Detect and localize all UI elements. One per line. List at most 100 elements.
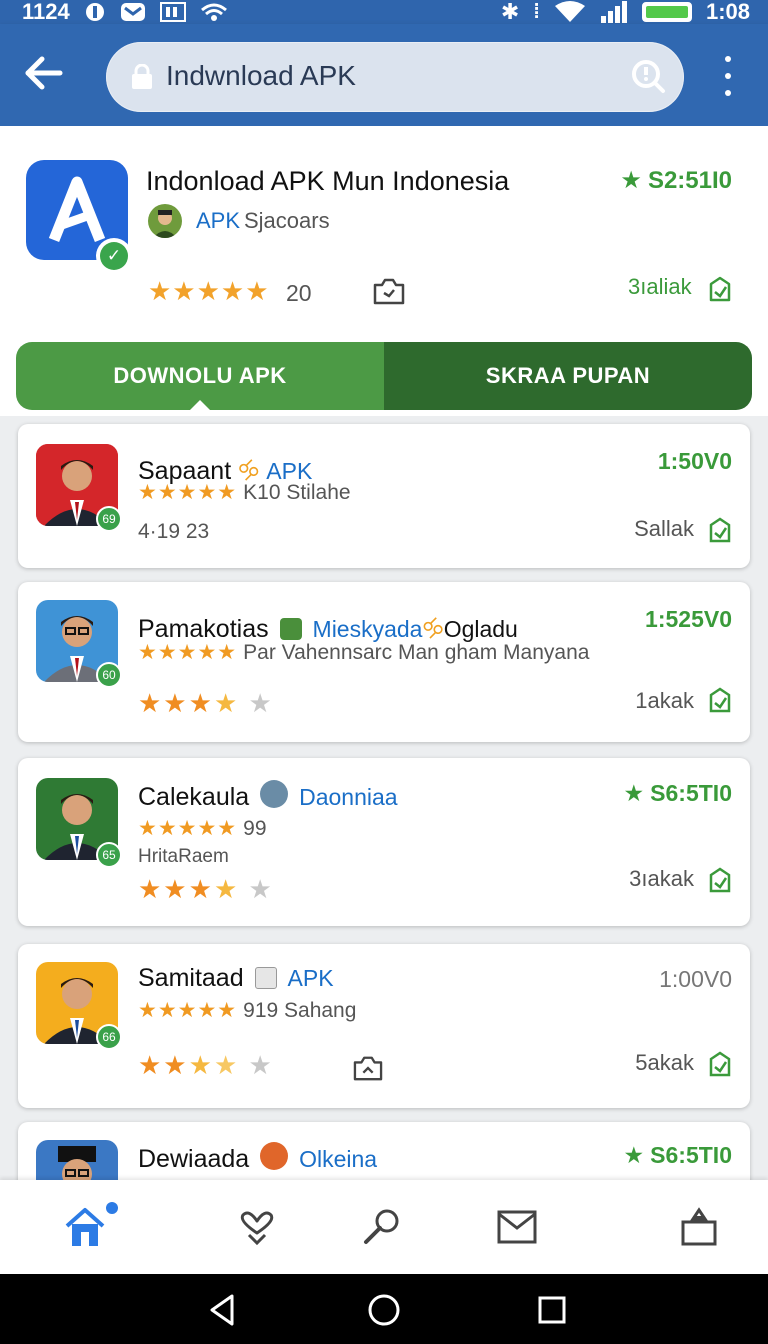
rating-stars: ★★★★★ <box>138 999 238 1022</box>
app-badge: 60 <box>96 662 122 688</box>
system-nav-bar <box>0 1274 768 1344</box>
price-value: 1:00V0 <box>659 966 732 992</box>
list-item[interactable]: Dewiaada Olkeina ★ S6:5TI0 <box>18 1122 750 1180</box>
list-item[interactable]: 60 Pamakotias Mieskyada🝰Ogladu ★★★★★ Par … <box>18 582 750 742</box>
rating-text: K10 Stilahe <box>243 481 351 504</box>
package-icon[interactable] <box>706 274 734 304</box>
rating-line: ★★★★★ Par Vahennsarc Man gham Manyana <box>138 640 589 665</box>
search-query: Indwnload APK <box>166 60 356 91</box>
mail-icon <box>497 1210 537 1244</box>
search-key-icon <box>364 1209 399 1244</box>
status-text: 1124 <box>22 0 70 24</box>
verified-badge-icon: ✓ <box>96 238 132 274</box>
download-size: 1akak <box>635 688 694 713</box>
camera-icon[interactable] <box>352 1054 384 1082</box>
user-rating-stars[interactable]: ★★★★ ★ <box>138 874 274 905</box>
app-name: Dewiaada Olkeina <box>138 1142 377 1174</box>
rating-text: 99 <box>243 817 267 840</box>
download-size: Sallak <box>634 516 694 541</box>
notification-dot <box>106 1202 118 1214</box>
price-value: S2:51I0 <box>647 167 732 194</box>
android-icon <box>279 618 302 640</box>
nav-favorites[interactable] <box>232 1202 282 1252</box>
rating-stars: ★★★★★ <box>138 641 238 664</box>
app-title: Indonload APK Mun Indonesia <box>146 166 510 196</box>
wifi-icon <box>554 1 585 22</box>
price-tag: ★ S2:51I0 <box>620 167 732 194</box>
meta-line: HritaRaem <box>138 846 229 867</box>
package-icon[interactable] <box>706 516 734 544</box>
meta-line: 4·19 23 <box>138 520 210 543</box>
rating-stars: ★★★★★ <box>148 276 270 306</box>
bottom-nav <box>0 1180 768 1274</box>
nav-home[interactable] <box>60 1202 110 1252</box>
home-circle-icon[interactable] <box>366 1292 402 1328</box>
gallery-icon <box>159 2 186 22</box>
package-icon[interactable] <box>706 866 734 894</box>
status-time: 1:08 <box>705 0 750 24</box>
price-tag: ★ S6:5TI0 <box>623 1142 732 1168</box>
package-icon[interactable] <box>706 686 734 714</box>
nav-messages[interactable] <box>492 1202 542 1252</box>
rating-line: ★★★★★ 99 <box>138 816 267 841</box>
price-value: 1:50V0 <box>657 448 732 474</box>
camera-icon[interactable] <box>372 276 406 306</box>
rating-stars: ★★★★★ <box>138 817 238 840</box>
developer-tag[interactable]: APK <box>196 208 240 234</box>
download-size: 3ıaliak <box>628 274 692 299</box>
bag-icon <box>681 1207 717 1246</box>
coin-icon: 🝰 <box>422 617 444 642</box>
developer-name[interactable]: Sjacoars <box>244 208 330 234</box>
notification-icon <box>85 3 104 21</box>
price-value: S6:5TI0 <box>650 1142 732 1168</box>
app-badge: 65 <box>96 842 122 868</box>
wifi-calling-icon <box>200 3 227 21</box>
recents-square-icon[interactable] <box>534 1292 570 1328</box>
rating-line: ★★★★★ K10 Stilahe <box>138 480 351 505</box>
action-tabs: DOWNOLU APK SKRAA PUPAN <box>16 342 752 410</box>
list-item[interactable]: 69 Sapaant 🝰 APK ★★★★★ K10 Stilahe 4·19 2… <box>18 424 750 568</box>
nav-store[interactable] <box>674 1202 724 1252</box>
app-list[interactable]: 69 Sapaant 🝰 APK ★★★★★ K10 Stilahe 4·19 2… <box>0 416 768 1180</box>
list-item[interactable]: 66 Samitaad APK ★★★★★ 919 Sahang ★★★★ ★ 1… <box>18 944 750 1108</box>
bluetooth-icon: ✱ <box>500 0 520 24</box>
app-name-text: Calekaula <box>138 783 250 811</box>
back-button[interactable] <box>24 50 64 96</box>
more-vert-icon[interactable] <box>716 56 740 96</box>
rating-stars: ★★★★★ <box>138 481 238 504</box>
vibrate-icon: ⁞ <box>533 0 540 23</box>
signal-icon <box>600 1 627 23</box>
app-avatar <box>36 1140 118 1180</box>
heart-hands-icon <box>240 1211 274 1246</box>
user-rating-stars[interactable]: ★★★★ ★ <box>138 688 274 719</box>
app-name: Samitaad APK <box>138 964 334 993</box>
home-icon <box>65 1208 105 1246</box>
lock-icon <box>132 64 152 89</box>
search-icon[interactable] <box>630 58 666 94</box>
app-name: Calekaula Daonniaa <box>138 780 398 812</box>
app-tag-extra: Ogladu <box>443 616 518 642</box>
app-bar: Indwnload APK <box>0 24 768 126</box>
developer-avatar <box>148 204 182 238</box>
developer-avatar <box>260 1142 289 1170</box>
user-rating-stars[interactable]: ★★★★ ★ <box>138 1050 274 1081</box>
app-tag[interactable]: Daonniaa <box>299 784 397 810</box>
back-triangle-icon[interactable] <box>204 1292 240 1328</box>
nav-search[interactable] <box>356 1202 406 1252</box>
list-item[interactable]: 65 Calekaula Daonniaa ★★★★★ 99 HritaRaem … <box>18 758 750 926</box>
download-size: 3ıakak <box>629 866 694 891</box>
download-size: 5akak <box>635 1050 694 1075</box>
status-bar: 1124 ✱ ⁞ 1:08 <box>0 0 768 24</box>
package-icon[interactable] <box>706 1050 734 1078</box>
search-input[interactable]: Indwnload APK <box>106 42 684 112</box>
app-tag[interactable]: APK <box>288 965 334 991</box>
app-tag[interactable]: Olkeina <box>299 1146 377 1172</box>
app-tag[interactable]: Mieskyada <box>313 616 423 642</box>
app-name-text: Samitaad <box>138 964 244 992</box>
battery-icon <box>641 2 692 22</box>
price-value: 1:525V0 <box>645 606 732 632</box>
secondary-tab[interactable]: SKRAA PUPAN <box>384 342 752 410</box>
rating-text: 919 Sahang <box>243 999 357 1022</box>
messenger-icon <box>120 3 145 21</box>
app-name-text: Pamakotias <box>138 615 269 643</box>
